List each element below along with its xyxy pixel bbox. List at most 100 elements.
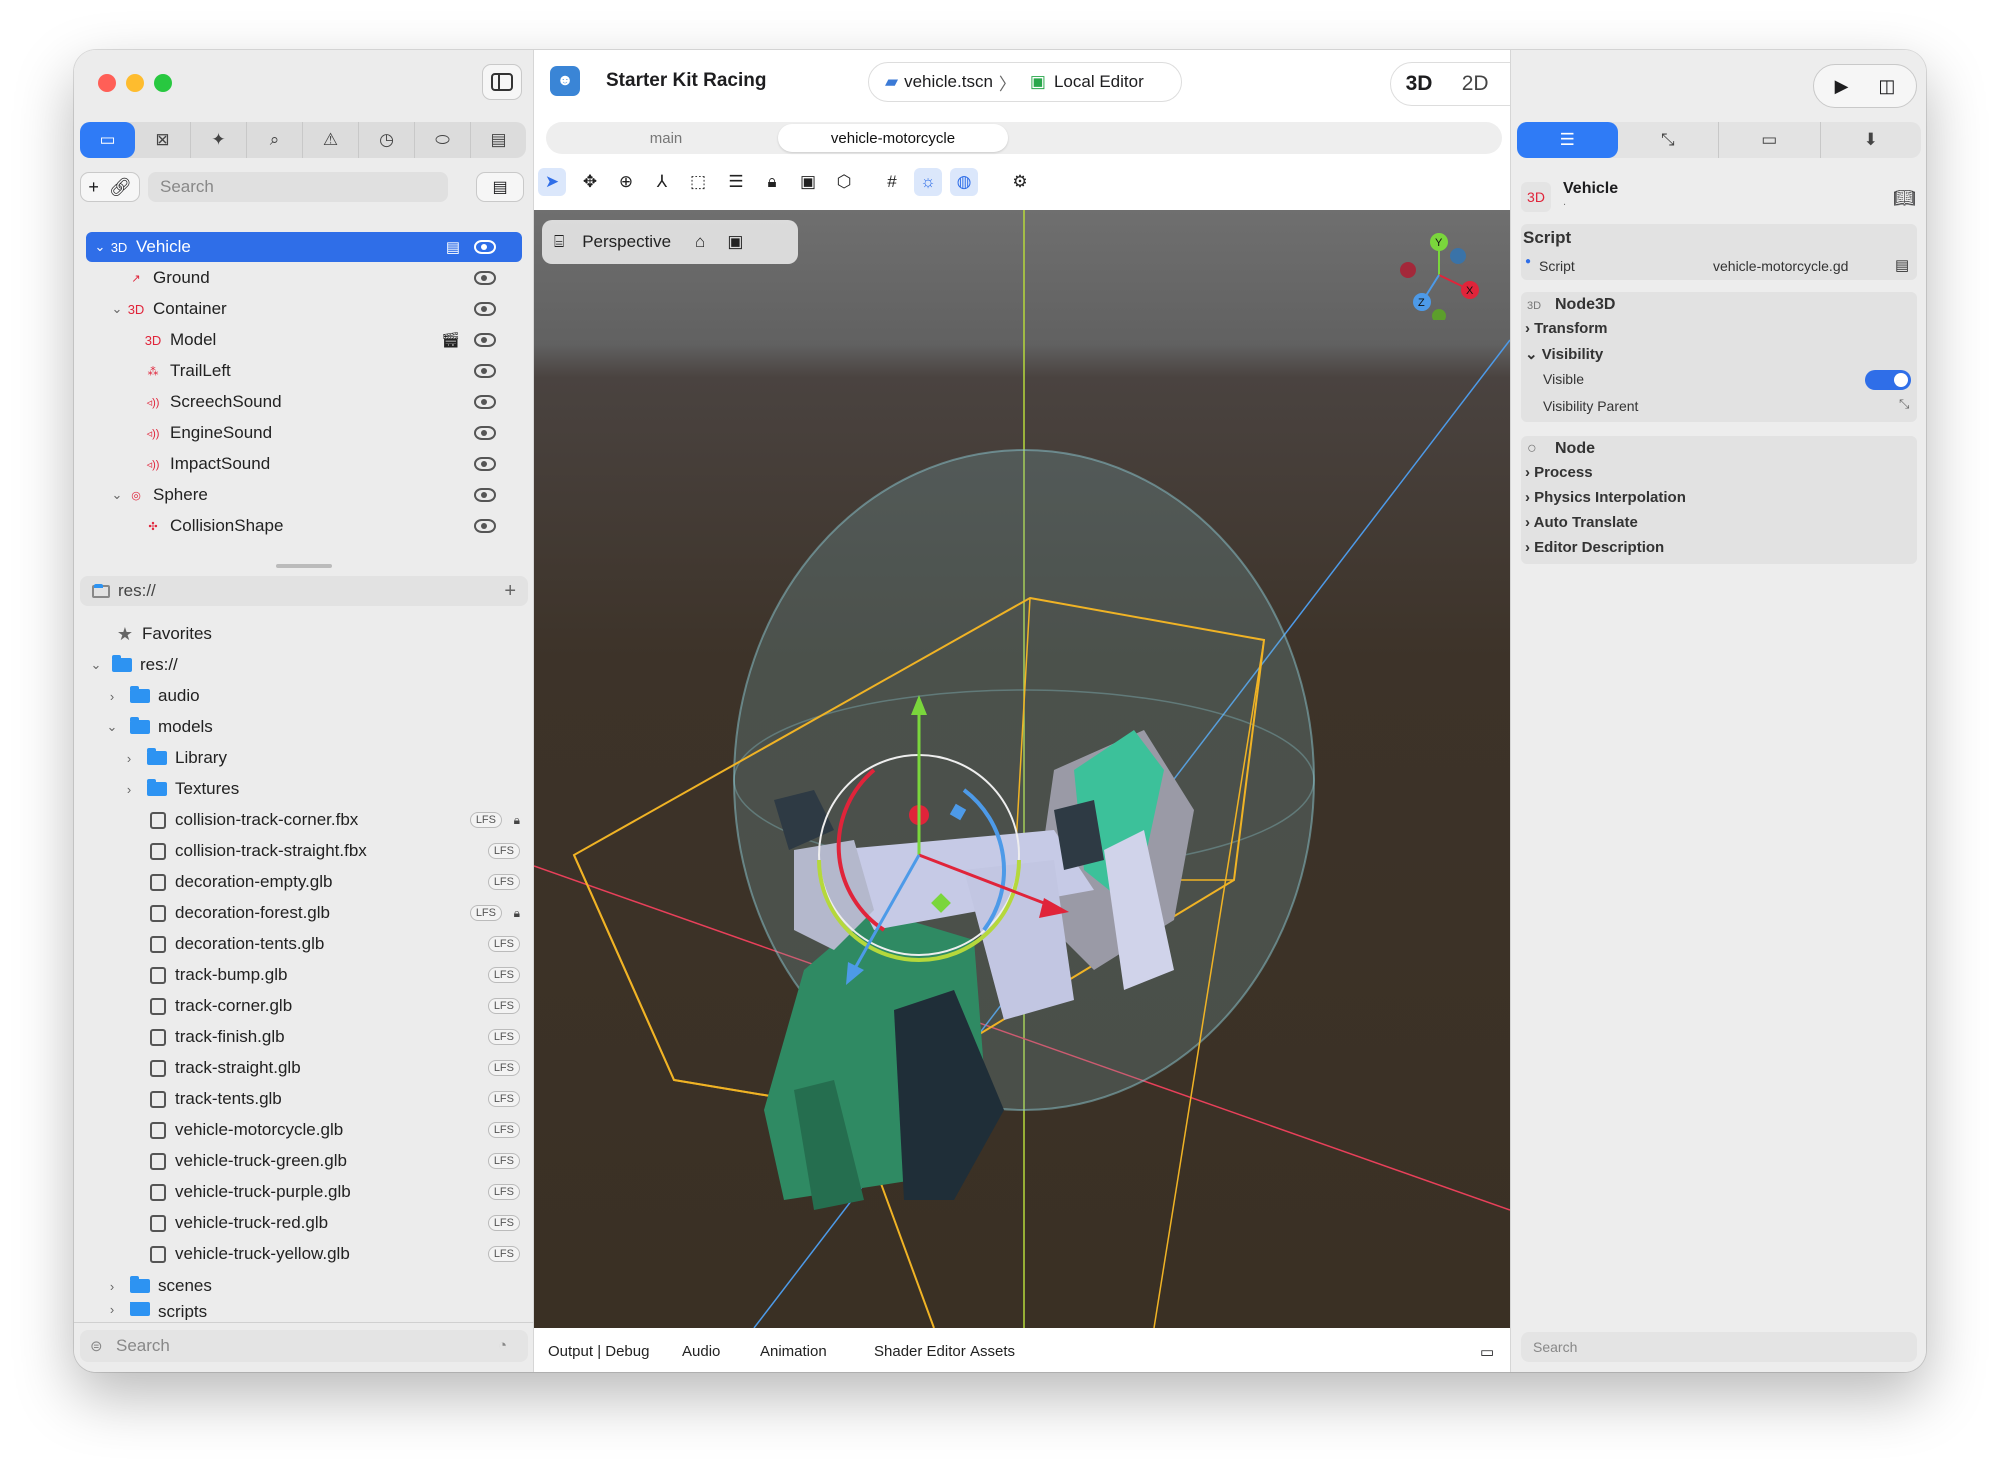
bottom-tab-animation[interactable]: Animation <box>760 1343 827 1360</box>
folder-res[interactable]: ⌄ res:// <box>88 650 178 680</box>
tab-tags[interactable]: ⬭ <box>415 122 471 158</box>
scene-tree-node[interactable]: ✣ CollisionShape <box>86 511 522 541</box>
file-list-item[interactable]: vehicle-truck-purple.glb LFS <box>150 1177 534 1207</box>
file-list-item[interactable]: vehicle-truck-yellow.glb LFS <box>150 1239 534 1269</box>
bottom-tab-shader-editor[interactable]: Shader Editor <box>874 1343 966 1360</box>
scene-instance-icon[interactable]: 🎬︎ <box>441 331 460 349</box>
inspector-sidebar-icon[interactable]: ◫ <box>1878 76 1895 97</box>
folder-audio[interactable]: › audio <box>104 681 200 711</box>
viewport-menu-icon[interactable]: ⌸ <box>554 232 564 252</box>
file-list-item[interactable]: decoration-tents.glb LFS <box>150 929 534 959</box>
script-property-value[interactable]: vehicle-motorcycle.gd <box>1713 258 1848 274</box>
bottom-panel-toggle-icon[interactable]: ▭ <box>1480 1343 1494 1361</box>
tab-history[interactable]: ◷ <box>359 122 415 158</box>
scene-tree-node[interactable]: ⁂ TrailLeft <box>86 356 522 386</box>
chevron-down-icon[interactable]: ⌄ <box>109 301 125 317</box>
filesystem-path-bar[interactable]: res:// + <box>80 576 528 606</box>
editor-description-section[interactable]: › Editor Description <box>1525 539 1664 556</box>
zoom-window-button[interactable] <box>154 74 172 92</box>
file-list-item[interactable]: track-tents.glb LFS <box>150 1084 534 1114</box>
scene-tree-node[interactable]: ◃)) ImpactSound <box>86 449 522 479</box>
scene-tree-node[interactable]: ⌄ ◎ Sphere <box>86 480 522 510</box>
visibility-eye-icon[interactable] <box>474 488 496 502</box>
tab-docs[interactable]: ▤ <box>471 122 526 158</box>
folder-models[interactable]: ⌄ models <box>104 712 213 742</box>
tab-scene[interactable]: ⊠ <box>135 122 191 158</box>
physics-interpolation-section[interactable]: › Physics Interpolation <box>1525 489 1686 506</box>
bottom-tab-output-debug[interactable]: Output | Debug <box>548 1343 649 1360</box>
visibility-eye-icon[interactable] <box>474 333 496 347</box>
scene-search-input[interactable]: Search <box>148 172 448 202</box>
visibility-eye-icon[interactable] <box>474 302 496 316</box>
scale-tool-icon[interactable]: ⅄ <box>648 168 676 196</box>
gizmo-neg-x-handle[interactable] <box>1400 262 1416 278</box>
scene-tree-node[interactable]: ◃)) ScreechSound <box>86 387 522 417</box>
visibility-eye-icon[interactable] <box>474 395 496 409</box>
file-list-item[interactable]: collision-track-corner.fbx LFS 🔒︎ <box>150 805 534 835</box>
scene-tree-node[interactable]: ◃)) EngineSound <box>86 418 522 448</box>
gizmo-neg-z-handle[interactable] <box>1450 248 1466 264</box>
globe-icon[interactable]: ◍ <box>950 168 978 196</box>
tab-import[interactable]: ⬇ <box>1821 122 1922 158</box>
rotate-tool-icon[interactable]: ⊕ <box>612 168 640 196</box>
select-tool-icon[interactable]: ➤ <box>538 168 566 196</box>
3d-viewport[interactable]: ⌸ Perspective ⌂ ▣ Y X Z <box>534 210 1510 1328</box>
scene-tree-node[interactable]: ⌄ 3D Container <box>86 294 522 324</box>
node-path-icon[interactable]: ⤡ <box>1899 396 1909 412</box>
add-node-icon[interactable]: + <box>88 177 99 198</box>
settings-icon[interactable]: ⚙ <box>1006 168 1034 196</box>
minimize-window-button[interactable] <box>126 74 144 92</box>
folder-scripts[interactable]: › scripts <box>104 1302 207 1320</box>
focus-icon[interactable]: ▣ <box>727 232 743 252</box>
visibility-eye-icon[interactable] <box>474 457 496 471</box>
close-window-button[interactable] <box>98 74 116 92</box>
file-list-item[interactable]: track-bump.glb LFS <box>150 960 534 990</box>
tab-node-signals[interactable]: ⤡ <box>1618 122 1719 158</box>
inspector-search-input[interactable]: Search <box>1521 1332 1917 1362</box>
visibility-eye-icon[interactable] <box>474 364 496 378</box>
scene-tree-node[interactable]: 3D Model 🎬︎ <box>86 325 522 355</box>
move-tool-icon[interactable]: ✥ <box>576 168 604 196</box>
scene-tab-vehicle-motorcycle[interactable]: vehicle-motorcycle <box>778 124 1008 152</box>
chevron-down-icon[interactable]: ⌄ <box>109 487 125 503</box>
file-list-item[interactable]: vehicle-truck-green.glb LFS <box>150 1146 534 1176</box>
home-icon[interactable]: ⌂ <box>695 232 705 252</box>
filesystem-search-input[interactable]: Search <box>80 1330 528 1362</box>
auto-translate-section[interactable]: › Auto Translate <box>1525 514 1638 531</box>
clock-icon[interactable]: ◔ <box>498 1337 507 1354</box>
tab-sparkle[interactable]: ✦ <box>191 122 247 158</box>
file-list-item[interactable]: track-finish.glb LFS <box>150 1022 534 1052</box>
tab-inspector[interactable]: ☰ <box>1517 122 1618 158</box>
file-list-item[interactable]: decoration-empty.glb LFS <box>150 867 534 897</box>
link-icon[interactable]: 🔗︎ <box>109 177 132 198</box>
filesystem-add-button[interactable]: + <box>504 580 516 603</box>
script-icon[interactable]: ▤ <box>1895 256 1909 274</box>
sun-icon[interactable]: ☼ <box>914 168 942 196</box>
lock-icon[interactable]: 🔒︎ <box>758 168 786 196</box>
grid-icon[interactable]: # <box>878 168 906 196</box>
folder-textures[interactable]: › Textures <box>121 774 239 804</box>
perspective-label[interactable]: Perspective <box>582 232 671 252</box>
orientation-gizmo[interactable]: Y X Z <box>1394 230 1484 320</box>
breadcrumb-location[interactable]: Local Editor <box>1054 72 1144 92</box>
file-list-item[interactable]: collision-track-straight.fbx LFS <box>150 836 534 866</box>
tab-warnings[interactable]: ⚠ <box>303 122 359 158</box>
breadcrumb-file[interactable]: vehicle.tscn <box>904 72 993 92</box>
book-icon[interactable]: 📖︎ <box>1893 188 1916 209</box>
script-icon[interactable]: ▤ <box>446 238 460 256</box>
file-list-item[interactable]: vehicle-truck-red.glb LFS <box>150 1208 534 1238</box>
process-section[interactable]: › Process <box>1525 464 1593 481</box>
folder-scenes[interactable]: › scenes <box>104 1271 212 1301</box>
visibility-eye-icon[interactable] <box>474 519 496 533</box>
scene-tree-node[interactable]: ↗ Ground <box>86 263 522 293</box>
bottom-tab-assets[interactable]: Assets <box>970 1343 1015 1360</box>
select-region-icon[interactable]: ⬚ <box>684 168 712 196</box>
scene-tab-main[interactable]: main <box>546 122 786 154</box>
visibility-section[interactable]: ⌄ Visibility <box>1525 345 1603 363</box>
gizmo-neg-y-handle[interactable] <box>1432 309 1446 320</box>
play-icon[interactable]: ▶ <box>1835 76 1849 97</box>
group-icon[interactable]: ▣ <box>794 168 822 196</box>
visibility-eye-icon[interactable] <box>474 426 496 440</box>
bottom-tab-audio[interactable]: Audio <box>682 1343 720 1360</box>
mode-3d-button[interactable]: 3D <box>1406 72 1433 96</box>
